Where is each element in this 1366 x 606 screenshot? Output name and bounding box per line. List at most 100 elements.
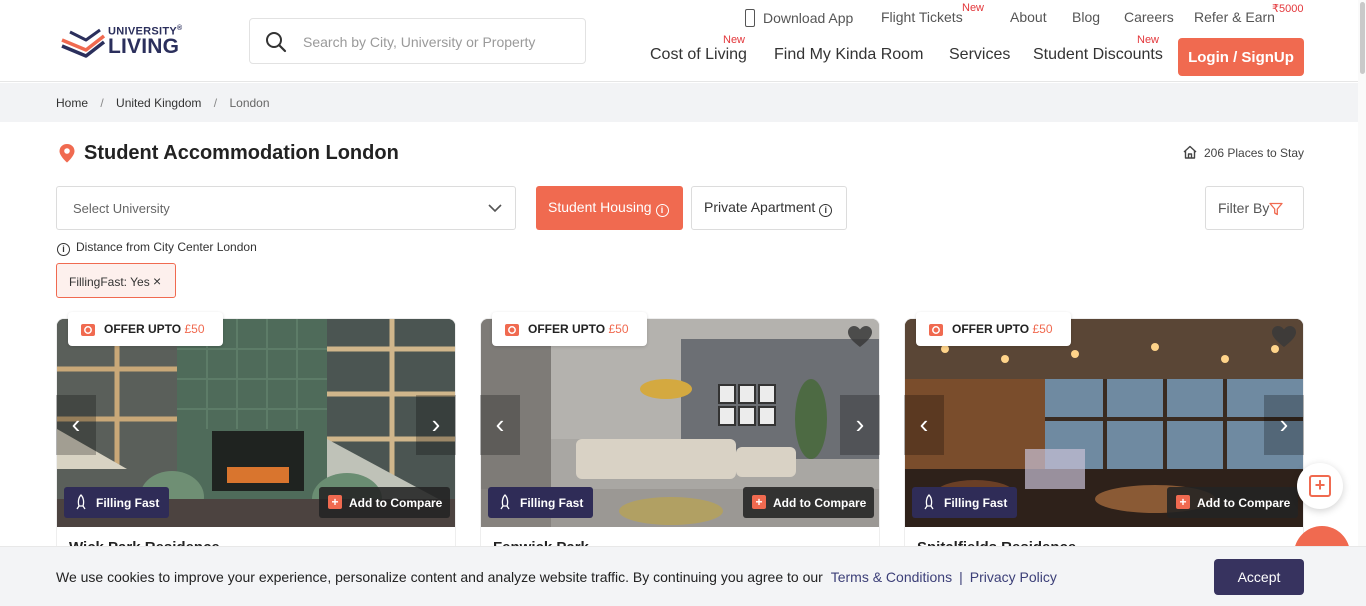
carousel-next-button[interactable]: ›	[840, 395, 880, 455]
carousel-prev-button[interactable]: ‹	[904, 395, 944, 455]
add-to-compare-label: Add to Compare	[1197, 496, 1291, 510]
download-app-label: Download App	[763, 10, 854, 26]
breadcrumb-separator: /	[100, 96, 104, 110]
distance-note: i Distance from City Center London	[57, 240, 257, 256]
add-to-compare-label: Add to Compare	[349, 496, 443, 510]
university-living-logo[interactable]: UNIVERSITY® LIVING	[60, 22, 190, 62]
property-card[interactable]: Spitalfields Residence	[904, 318, 1304, 558]
add-to-compare-button[interactable]: + Add to Compare	[1167, 487, 1299, 518]
search-input[interactable]	[303, 29, 573, 55]
gift-icon	[81, 324, 95, 336]
careers-link[interactable]: Careers	[1124, 9, 1174, 25]
plus-icon: +	[752, 495, 766, 509]
offer-amount: £50	[608, 322, 629, 336]
offer-prefix: OFFER UPTO	[104, 322, 182, 336]
carousel-next-button[interactable]: ›	[1264, 395, 1304, 455]
offer-badge: OFFER UPTO £50	[68, 312, 223, 346]
scrollbar-track[interactable]	[1358, 0, 1366, 606]
distance-note-label: Distance from City Center London	[76, 240, 257, 254]
carousel-next-button[interactable]: ›	[416, 395, 456, 455]
location-pin-icon	[59, 144, 75, 163]
cookie-message: We use cookies to improve your experienc…	[56, 569, 1057, 585]
active-filter-chip: FillingFast: Yes ×	[56, 263, 176, 298]
site-header: UNIVERSITY® LIVING Download App Flight T…	[0, 0, 1366, 82]
heart-icon[interactable]	[1271, 325, 1297, 349]
floating-compare-button[interactable]: +	[1297, 463, 1343, 509]
offer-prefix: OFFER UPTO	[952, 322, 1030, 336]
about-link[interactable]: About	[1010, 9, 1047, 25]
filling-fast-label: Filling Fast	[520, 496, 584, 510]
phone-icon	[745, 9, 755, 27]
add-to-compare-button[interactable]: + Add to Compare	[743, 487, 875, 518]
refer-earn-badge: ₹5000	[1272, 3, 1304, 15]
breadcrumb-city: London	[229, 96, 270, 110]
places-count: 206 Places to Stay	[1182, 145, 1304, 160]
cookie-message-text: We use cookies to improve your experienc…	[56, 569, 823, 585]
tab-student-housing-label: Student Housing	[548, 199, 652, 215]
flight-tickets-new-badge: New	[962, 2, 985, 14]
student-discounts-new-badge: New	[1137, 34, 1160, 46]
breadcrumb-bar: Home / United Kingdom / London	[0, 83, 1358, 122]
logo-text-bottom: LIVING	[108, 35, 180, 58]
carousel-prev-button[interactable]: ‹	[56, 395, 96, 455]
login-signup-button[interactable]: Login / SignUp	[1178, 38, 1304, 76]
find-room-link[interactable]: Find My Kinda Room	[774, 46, 923, 64]
refer-earn-link[interactable]: Refer & Earn	[1194, 9, 1275, 25]
plus-icon: +	[1176, 495, 1190, 509]
filter-by-label: Filter By	[1218, 200, 1270, 216]
property-card[interactable]: Wick Park Residence	[56, 318, 456, 558]
active-filter-chip-label: FillingFast: Yes	[69, 275, 150, 289]
offer-amount: £50	[184, 322, 205, 336]
cost-of-living-link[interactable]: Cost of Living	[650, 46, 747, 64]
breadcrumb-separator: /	[213, 96, 218, 110]
filling-fast-badge: Filling Fast	[488, 487, 594, 518]
breadcrumb-home[interactable]: Home	[56, 96, 88, 110]
rocket-icon	[924, 494, 934, 510]
add-to-compare-label: Add to Compare	[773, 496, 867, 510]
filling-fast-badge: Filling Fast	[64, 487, 170, 518]
tab-private-apartment-label: Private Apartment	[704, 199, 816, 215]
flight-tickets-link[interactable]: Flight Tickets	[881, 9, 963, 25]
breadcrumb-country[interactable]: United Kingdom	[116, 96, 201, 110]
filter-by-button[interactable]: Filter By	[1205, 186, 1304, 230]
offer-badge: OFFER UPTO £50	[916, 312, 1071, 346]
tab-student-housing[interactable]: Student Housing i	[536, 186, 683, 230]
search-box[interactable]	[249, 18, 586, 64]
compare-plus-icon: +	[1309, 475, 1331, 497]
student-discounts-link[interactable]: Student Discounts	[1033, 46, 1163, 64]
page-title: Student Accommodation London	[84, 142, 399, 164]
filling-fast-label: Filling Fast	[944, 496, 1008, 510]
terms-link[interactable]: Terms & Conditions	[831, 569, 952, 585]
blog-link[interactable]: Blog	[1072, 9, 1100, 25]
rocket-icon	[76, 494, 86, 510]
university-select[interactable]: Select University	[56, 186, 516, 230]
university-select-placeholder: Select University	[73, 201, 170, 216]
scrollbar-thumb[interactable]	[1360, 2, 1365, 74]
property-card[interactable]: Fenwick Park	[480, 318, 880, 558]
info-icon[interactable]: i	[819, 204, 833, 217]
chevron-down-icon	[488, 204, 502, 213]
gift-icon	[505, 324, 519, 336]
gift-icon	[929, 324, 943, 336]
carousel-prev-button[interactable]: ‹	[480, 395, 520, 455]
filling-fast-badge: Filling Fast	[912, 487, 1018, 518]
heart-icon[interactable]	[847, 325, 873, 349]
download-app-link[interactable]: Download App	[745, 9, 853, 27]
offer-amount: £50	[1032, 322, 1053, 336]
logo-mark-icon	[61, 28, 106, 58]
filling-fast-label: Filling Fast	[96, 496, 160, 510]
close-icon[interactable]: ×	[153, 273, 161, 289]
plus-icon: +	[328, 495, 342, 509]
add-to-compare-button[interactable]: + Add to Compare	[319, 487, 451, 518]
offer-prefix: OFFER UPTO	[528, 322, 606, 336]
house-icon	[1183, 145, 1197, 159]
privacy-link[interactable]: Privacy Policy	[970, 569, 1057, 585]
accept-cookies-button[interactable]: Accept	[1214, 559, 1304, 595]
tab-private-apartment[interactable]: Private Apartment i	[691, 186, 847, 230]
info-icon[interactable]: i	[655, 204, 669, 217]
info-icon: i	[57, 243, 70, 256]
offer-badge: OFFER UPTO £50	[492, 312, 647, 346]
services-link[interactable]: Services	[949, 46, 1010, 64]
rocket-icon	[500, 494, 510, 510]
cookie-separator: |	[959, 569, 963, 585]
